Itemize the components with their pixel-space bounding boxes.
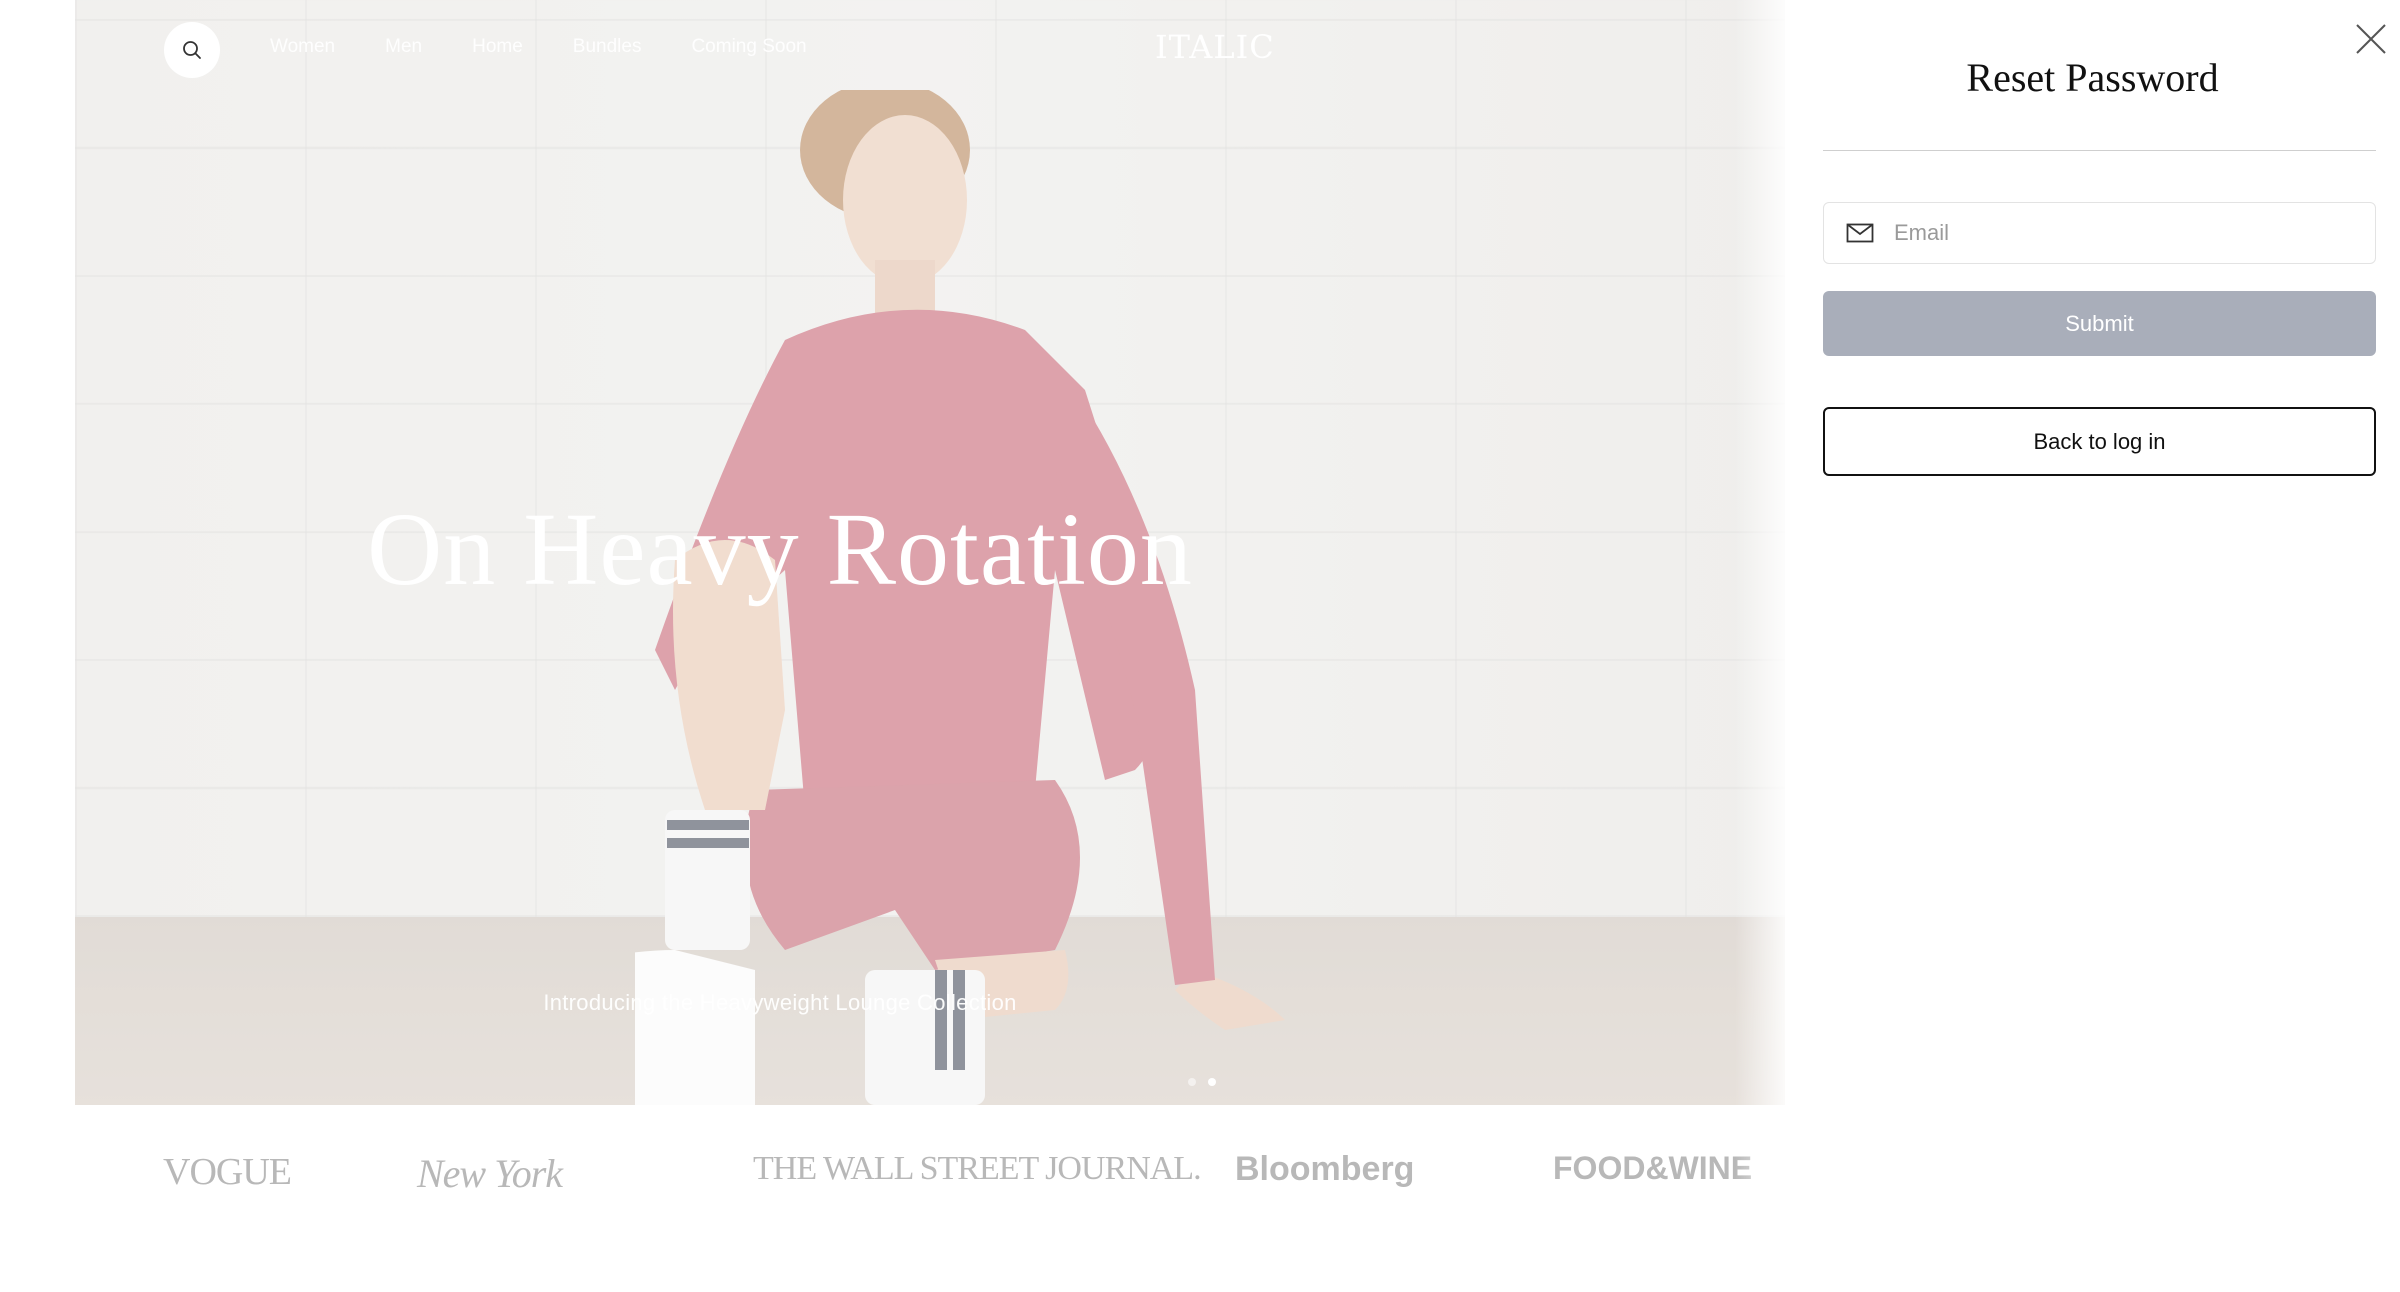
email-input[interactable] [1894,220,2364,246]
drawer-shadow [1735,0,1785,1292]
nav-link-bundles[interactable]: Bundles [573,36,642,58]
reset-password-drawer [1785,0,2400,1292]
email-field[interactable] [1823,202,2376,264]
brand-logo[interactable]: ITALIC [1155,28,1274,66]
press-logos: VOGUE New York THE WALL STREET JOURNAL. … [75,1105,1785,1235]
nav-link-home[interactable]: Home [472,36,523,58]
nav-link-men[interactable]: Men [385,36,422,58]
nav-links: Women Men Home Bundles Coming Soon [270,36,807,58]
carousel-dot-2[interactable] [1208,1078,1216,1086]
press-logo-vogue: VOGUE [163,1151,292,1193]
storefront-page: Women Men Home Bundles Coming Soon ITALI… [0,0,1785,1292]
search-icon [183,41,201,59]
nav-link-women[interactable]: Women [270,36,335,58]
close-icon [2356,24,2386,54]
press-logo-food-wine: FOOD&WINE [1553,1150,1753,1186]
drawer-divider [1823,150,2376,151]
mail-icon [1846,222,1874,244]
hero-title: On Heavy Rotation [367,492,1193,607]
nav-link-coming-soon[interactable]: Coming Soon [691,36,806,58]
carousel-dots [1188,1078,1216,1086]
search-button[interactable] [164,22,220,78]
submit-button[interactable]: Submit [1823,291,2376,356]
top-nav: Women Men Home Bundles Coming Soon ITALI… [75,0,1785,100]
press-logo-new-york: New York [417,1151,563,1196]
carousel-dot-1[interactable] [1188,1078,1196,1086]
press-logo-bloomberg: Bloomberg [1235,1150,1415,1188]
hero-subtitle: Introducing the Heavyweight Lounge Colle… [543,990,1017,1015]
press-logo-wsj: THE WALL STREET JOURNAL. [753,1150,1202,1187]
drawer-title: Reset Password [1966,55,2219,100]
back-to-login-button[interactable]: Back to log in [1823,407,2376,476]
close-button[interactable] [2354,22,2388,56]
